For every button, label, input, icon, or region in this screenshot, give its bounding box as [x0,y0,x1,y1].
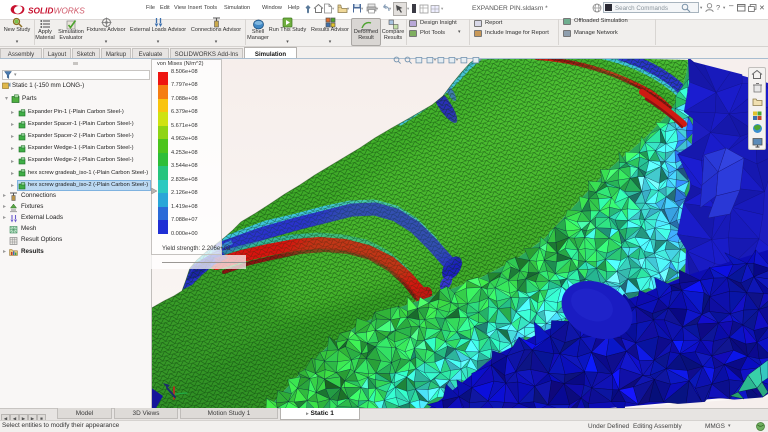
svg-text:WORKS: WORKS [54,6,86,16]
svg-text:SOLID: SOLID [28,6,53,16]
